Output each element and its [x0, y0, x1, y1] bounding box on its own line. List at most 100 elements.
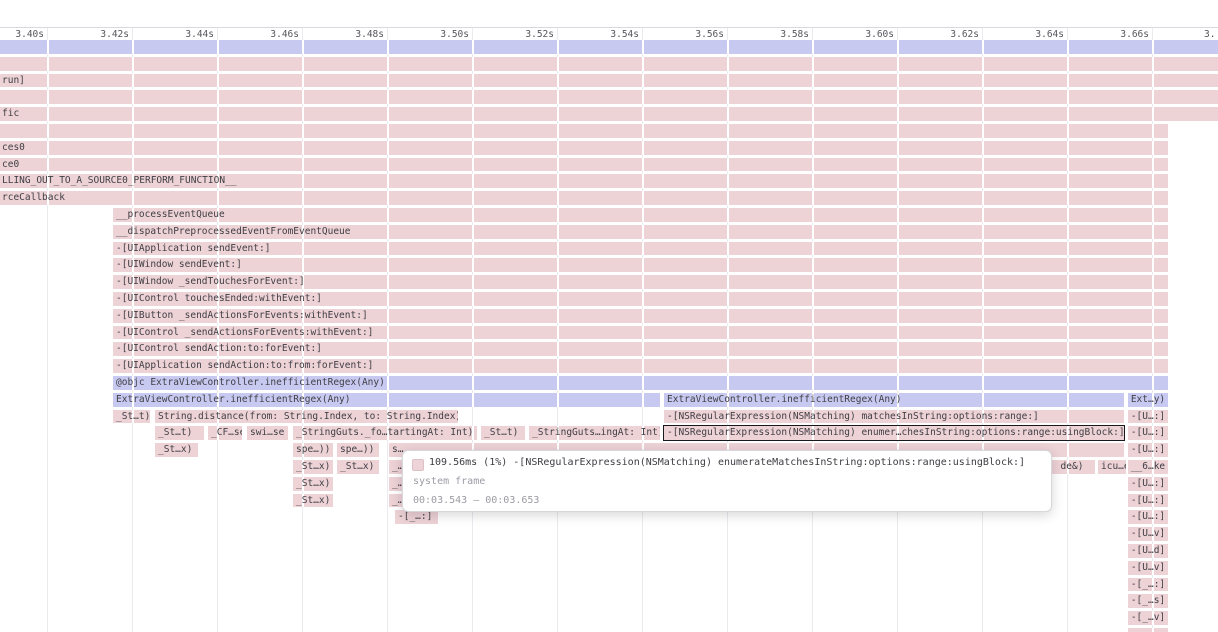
flame-bar[interactable]: ces0	[0, 141, 1168, 155]
flame-bar-label: -[_…:]	[398, 511, 432, 522]
flame-bar-label: @objc ExtraViewController.inefficientReg…	[116, 377, 385, 388]
flame-bar[interactable]: _St…x)	[155, 443, 198, 457]
flame-bar[interactable]: __6…ke	[1128, 460, 1168, 474]
flame-bar[interactable]: -[U…v]	[1128, 561, 1168, 575]
flame-bar[interactable]: -[U…:]	[1128, 443, 1168, 457]
flame-bar-label: _St…x)	[296, 478, 330, 489]
time-tick-label: 3.40s	[10, 29, 44, 40]
flame-bar-label: _St…t)	[116, 411, 150, 422]
time-tick-label: 3.56s	[690, 29, 724, 40]
time-tick-label: 3.64s	[1030, 29, 1064, 40]
flame-bar[interactable]: -[U…v]	[1128, 527, 1168, 541]
flame-bar[interactable]: _CF…se	[208, 426, 242, 440]
flame-bar-label: _St…x)	[340, 461, 374, 472]
flame-bar[interactable]: _StringGuts._fo…tartingAt: Int)	[293, 426, 477, 440]
flame-bar[interactable]: -[UIControl sendAction:to:forEvent:]	[113, 342, 1168, 356]
flame-bar-label: -[U…:]	[1131, 411, 1165, 422]
flame-bar[interactable]: __dispatchPreprocessedEventFromEventQueu…	[113, 225, 1168, 239]
flame-bar[interactable]: fic	[0, 107, 1218, 121]
flame-bar[interactable]: run]	[0, 74, 1218, 88]
time-tick-label: 3.44s	[180, 29, 214, 40]
flame-bar-label: icu…e&)	[1101, 461, 1126, 472]
flame-bar[interactable]: LLING_OUT_TO_A_SOURCE0_PERFORM_FUNCTION_…	[0, 174, 1168, 188]
flame-bar[interactable]: -[UIApplication sendAction:to:from:forEv…	[113, 359, 1168, 373]
flame-bar[interactable]: @objc ExtraViewController.inefficientReg…	[113, 376, 1168, 390]
flame-bar-label: -[_…v]	[1131, 612, 1165, 623]
time-tick-label: 3.58s	[775, 29, 809, 40]
flame-bar[interactable]: -[UIButton _sendActionsForEvents:withEve…	[113, 309, 1168, 323]
flame-bar-label: _St…x)	[158, 444, 192, 455]
flame-bar[interactable]: -[UIWindow sendEvent:]	[113, 258, 1168, 272]
flame-bar[interactable]: -[_…:]	[1128, 578, 1168, 592]
flame-bar[interactable]: String.distance(from: String.Index, to: …	[155, 410, 458, 424]
flame-bar[interactable]	[0, 57, 1218, 71]
time-tick-label: 3.60s	[860, 29, 894, 40]
flame-bar[interactable]: -[U…:]	[1128, 477, 1168, 491]
flame-bar[interactable]: _St…x)	[337, 460, 379, 474]
flame-bar[interactable]: _St…x)	[293, 460, 333, 474]
flame-bar[interactable]: -[NSRegularExpression(NSMatching) matche…	[664, 410, 1124, 424]
tooltip-frame-type: system frame	[413, 476, 485, 487]
flame-bar-label: __6…ke	[1131, 461, 1165, 472]
flame-bar[interactable]: -[UIControl touchesEnded:withEvent:]	[113, 292, 1168, 306]
flame-bar[interactable]: -[_…:]	[395, 510, 438, 524]
flame-bar[interactable]	[0, 40, 1218, 54]
flame-bar-label: -[UIControl _sendActionsForEvents:withEv…	[116, 327, 373, 338]
flame-bar[interactable]: _St…t)	[113, 410, 150, 424]
flame-bar-label: run]	[2, 75, 25, 86]
flame-bar[interactable]: rceCallback	[0, 191, 1168, 205]
flame-bar[interactable]: _St…t)	[481, 426, 525, 440]
flame-bar[interactable]: Ext…y)	[1128, 393, 1168, 407]
time-tick-label: 3.50s	[435, 29, 469, 40]
flame-bar[interactable]	[0, 90, 1218, 104]
flame-bar[interactable]: -[NSRegularExpression(NSMatching) enumer…	[664, 426, 1124, 440]
flame-bar-label: de&)	[1061, 461, 1084, 472]
instruments-flame-graph: run] fic ces0 ce0 LLING_OUT_TO_A_SOURCE0_PER…	[0, 0, 1218, 632]
flame-bar-label: _St…t)	[158, 427, 192, 438]
flame-bar-label: -[UIControl sendAction:to:forEvent:]	[116, 343, 322, 354]
flame-bar-label: -[UIApplication sendEvent:]	[116, 243, 270, 254]
flame-bar-label: fic	[2, 108, 19, 119]
flame-bar[interactable]: -[U…:]	[1128, 494, 1168, 508]
flame-bar-label: Ext…y)	[1131, 394, 1165, 405]
flame-bar[interactable]: -[_…s]	[1128, 594, 1168, 608]
flame-bar[interactable]: _StringGuts…ingAt: Int)	[529, 426, 660, 440]
flame-bar[interactable]: de&)	[1049, 460, 1095, 474]
flame-bar[interactable]: -[UIApplication sendEvent:]	[113, 242, 1168, 256]
flame-bar[interactable]: icu…e&)	[1098, 460, 1126, 474]
flame-bar[interactable]: -[U…:]	[1128, 510, 1168, 524]
time-tick-label: 3.46s	[265, 29, 299, 40]
time-tick-label: 3.42s	[95, 29, 129, 40]
flame-bar[interactable]: swi…se	[247, 426, 288, 440]
flame-bar[interactable]: __processEventQueue	[113, 208, 1168, 222]
flame-bar[interactable]	[0, 124, 1168, 138]
flame-bar-label: __dispatchPreprocessedEventFromEventQueu…	[116, 226, 351, 237]
time-tick-label: 3.66s	[1115, 29, 1149, 40]
flame-bar-label: -[NSRegularExpression(NSMatching) enumer…	[667, 427, 1124, 438]
flame-bar-label: _St…t)	[484, 427, 518, 438]
time-ruler[interactable]	[0, 0, 1218, 28]
flame-bar[interactable]	[1128, 628, 1168, 632]
flame-bar[interactable]: -[UIWindow _sendTouchesForEvent:]	[113, 275, 1168, 289]
flame-bar[interactable]: -[_…v]	[1128, 611, 1168, 625]
flame-bar[interactable]: -[U…:]	[1128, 410, 1168, 424]
flame-bar[interactable]: ExtraViewController.inefficientRegex(Any…	[113, 393, 660, 407]
flame-bar[interactable]: spe…))	[293, 443, 333, 457]
flame-bar-label: swi…se	[250, 427, 284, 438]
time-tick-label: 3.48s	[350, 29, 384, 40]
flame-bar[interactable]: ce0	[0, 158, 1168, 172]
flame-bar[interactable]: -[U…:]	[1128, 426, 1168, 440]
flame-bar-label: -[UIWindow sendEvent:]	[116, 259, 242, 270]
flame-bar[interactable]: -[U…d]	[1128, 544, 1168, 558]
flame-bar-label: ExtraViewController.inefficientRegex(Any…	[116, 394, 351, 405]
time-tick-label: 3.54s	[605, 29, 639, 40]
flame-bar-label: -[UIButton _sendActionsForEvents:withEve…	[116, 310, 368, 321]
flame-bar[interactable]: -[UIControl _sendActionsForEvents:withEv…	[113, 326, 1168, 340]
flame-bar[interactable]: _St…x)	[293, 477, 333, 491]
flame-bar[interactable]: _St…x)	[293, 494, 333, 508]
time-tick-label: 3.	[1204, 29, 1218, 40]
flame-bar[interactable]: spe…))	[337, 443, 379, 457]
flame-bar[interactable]: _St…t)	[155, 426, 204, 440]
flame-bar-label: rceCallback	[2, 192, 65, 203]
flame-bar[interactable]: ExtraViewController.inefficientRegex(Any…	[664, 393, 1124, 407]
